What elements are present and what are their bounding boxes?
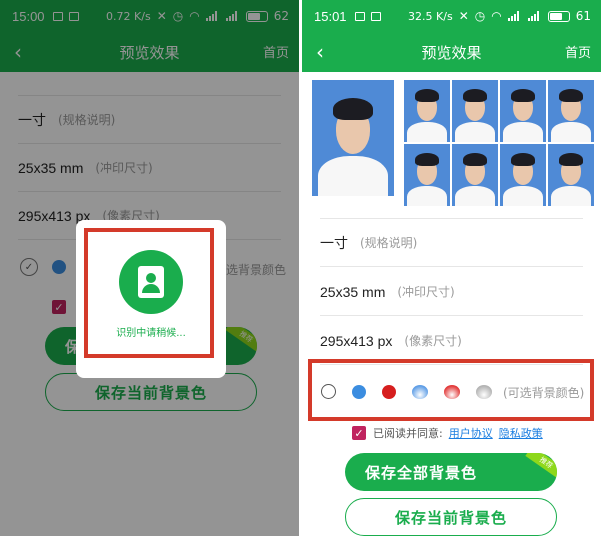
id-photo-thumb [404, 80, 450, 142]
mute-icon: ✕ [458, 9, 469, 23]
id-photo-thumb [404, 144, 450, 206]
id-photo-thumb [500, 144, 546, 206]
status-bar: 15:01 32.5 K/s ✕ ◷ ◠ 61 [302, 0, 601, 32]
spec-row-pixel-size: 295x413 px (像素尺寸) [320, 317, 583, 365]
print-size: 25x35 mm [320, 283, 386, 300]
network-speed: 32.5 K/s [408, 9, 453, 23]
alarm-icon: ◷ [474, 9, 486, 23]
signal-icon-2 [527, 11, 542, 21]
color-option-white[interactable] [321, 384, 336, 399]
id-photo-thumb [548, 80, 594, 142]
wifi-icon: ◠ [491, 9, 502, 23]
agreement-prefix: 已阅读并同意: [373, 427, 443, 440]
signal-icon [507, 11, 522, 21]
battery-icon [547, 10, 570, 22]
color-option-blue[interactable] [352, 384, 366, 399]
pixel-size-label: (像素尺寸) [404, 334, 462, 348]
highlight-box-dialog [84, 228, 214, 358]
print-size-label: (冲印尺寸) [397, 285, 455, 299]
recommend-ribbon: 推荐 [525, 453, 557, 480]
save-current-background-button[interactable]: 保存当前背景色 [345, 498, 557, 536]
id-photo-print-sheet [404, 80, 594, 208]
app-notification-icon [370, 11, 381, 21]
agreement-row: ✓ 已阅读并同意: 用户协议 隐私政策 [352, 425, 543, 441]
status-time: 15:01 [314, 8, 347, 24]
message-icon [354, 11, 365, 21]
status-right: 32.5 K/s ✕ ◷ ◠ 61 [408, 9, 591, 23]
save-current-label: 保存当前背景色 [394, 508, 507, 527]
id-photo-thumb [452, 80, 498, 142]
color-option-red[interactable] [382, 384, 396, 399]
id-photo-thumb [452, 144, 498, 206]
pixel-size: 295x413 px [320, 332, 393, 349]
save-all-background-button[interactable]: 保存全部背景色 推荐 [345, 453, 557, 491]
color-option-gray-gradient[interactable] [476, 384, 492, 399]
spec-name-label: (规格说明) [360, 236, 418, 250]
background-color-picker [321, 384, 492, 399]
phone-screen-right: 15:01 32.5 K/s ✕ ◷ ◠ 61 ‹ 预览效果 首页 一寸 (规格… [302, 0, 601, 536]
home-link[interactable]: 首页 [565, 42, 591, 61]
color-option-red-gradient[interactable] [444, 384, 460, 399]
color-picker-hint: (可选背景颜色) [503, 386, 585, 400]
id-photo-thumb [500, 80, 546, 142]
spec-row-print-size: 25x35 mm (冲印尺寸) [320, 268, 583, 316]
battery-level: 61 [575, 9, 591, 23]
id-photo-thumb [548, 144, 594, 206]
nav-bar: ‹ 预览效果 首页 [302, 32, 601, 72]
user-agreement-link[interactable]: 用户协议 [449, 425, 493, 441]
spec-name: 一寸 [320, 234, 348, 251]
phone-screen-left: 15:00 0.72 K/s ✕ ◷ ◠ 62 ‹ 预览效果 首页 一寸 (规格… [0, 0, 299, 536]
page-title: 预览效果 [421, 44, 482, 62]
privacy-policy-link[interactable]: 隐私政策 [499, 425, 543, 441]
spec-row-name: 一寸 (规格说明) [320, 219, 583, 267]
notification-icons [354, 11, 381, 21]
agree-checkbox[interactable]: ✓ [352, 426, 366, 440]
color-option-blue-gradient[interactable] [412, 384, 428, 399]
save-all-label: 保存全部背景色 [365, 463, 478, 482]
id-photo-large [312, 80, 394, 196]
